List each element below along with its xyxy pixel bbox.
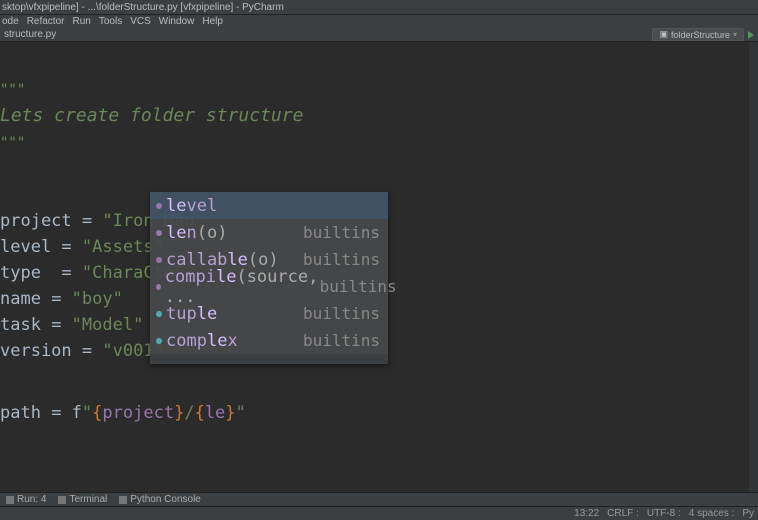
menu-code[interactable]: ode xyxy=(2,16,19,27)
run-config-label: folderStructure xyxy=(671,30,730,40)
tool-window-bar: Run: 4 Terminal Python Console xyxy=(0,492,758,506)
terminal-icon xyxy=(58,496,66,504)
status-bar: 13:22 CRLF : UTF-8 : 4 spaces : Py xyxy=(0,506,758,520)
class-icon xyxy=(156,311,162,317)
chevron-down-icon: ▾ xyxy=(733,30,737,39)
menu-help[interactable]: Help xyxy=(202,16,223,27)
run-config-selector[interactable]: ▣ folderStructure ▾ xyxy=(652,28,744,41)
toolbar: structure.py ▣ folderStructure ▾ xyxy=(0,28,758,42)
code-var: task xyxy=(0,315,41,335)
menu-refactor[interactable]: Refactor xyxy=(27,16,65,27)
indent-setting[interactable]: 4 spaces : xyxy=(689,508,735,519)
python-icon xyxy=(119,496,127,504)
interpreter[interactable]: Py xyxy=(742,508,754,519)
tool-terminal[interactable]: Terminal xyxy=(58,494,107,505)
breadcrumb-file[interactable]: structure.py xyxy=(4,29,56,40)
docstring-open: """ xyxy=(0,82,25,98)
code-var: name xyxy=(0,289,41,309)
code-editor[interactable]: """ Lets create folder structure """ pro… xyxy=(0,42,758,506)
code-var: type xyxy=(0,263,41,283)
tool-python-console[interactable]: Python Console xyxy=(119,494,201,505)
code-var: version xyxy=(0,341,72,361)
editor-scrollbar[interactable] xyxy=(749,42,758,492)
run-button-icon[interactable] xyxy=(748,31,754,39)
docstring-close: """ xyxy=(0,135,25,151)
code-var: level xyxy=(0,237,51,257)
autocomplete-item[interactable]: len(o) builtins xyxy=(150,219,388,246)
autocomplete-popup[interactable]: level len(o) builtins callable(o) builti… xyxy=(150,192,388,364)
menu-run[interactable]: Run xyxy=(72,16,90,27)
run-tool-icon xyxy=(6,496,14,504)
class-icon xyxy=(156,338,162,344)
line-separator[interactable]: CRLF : xyxy=(607,508,639,519)
autocomplete-item[interactable]: level xyxy=(150,192,388,219)
function-icon xyxy=(156,257,162,263)
file-encoding[interactable]: UTF-8 : xyxy=(647,508,681,519)
menu-window[interactable]: Window xyxy=(159,16,195,27)
function-icon xyxy=(156,284,161,290)
autocomplete-item[interactable]: compile(source, ... builtins xyxy=(150,273,388,300)
code-var: path xyxy=(0,403,41,423)
code-var: project xyxy=(0,211,72,231)
folder-icon: ▣ xyxy=(659,29,668,40)
variable-icon xyxy=(156,203,162,209)
menu-bar: ode Refactor Run Tools VCS Window Help xyxy=(0,15,758,28)
autocomplete-item[interactable]: complex builtins xyxy=(150,327,388,354)
cursor-position[interactable]: 13:22 xyxy=(574,508,599,519)
tool-run[interactable]: Run: 4 xyxy=(6,494,46,505)
docstring-text: Lets create folder structure xyxy=(0,105,303,126)
autocomplete-hint xyxy=(150,354,388,364)
window-title: sktop\vfxpipeline] - ...\folderStructure… xyxy=(0,0,758,15)
menu-tools[interactable]: Tools xyxy=(99,16,122,27)
function-icon xyxy=(156,230,162,236)
menu-vcs[interactable]: VCS xyxy=(130,16,151,27)
